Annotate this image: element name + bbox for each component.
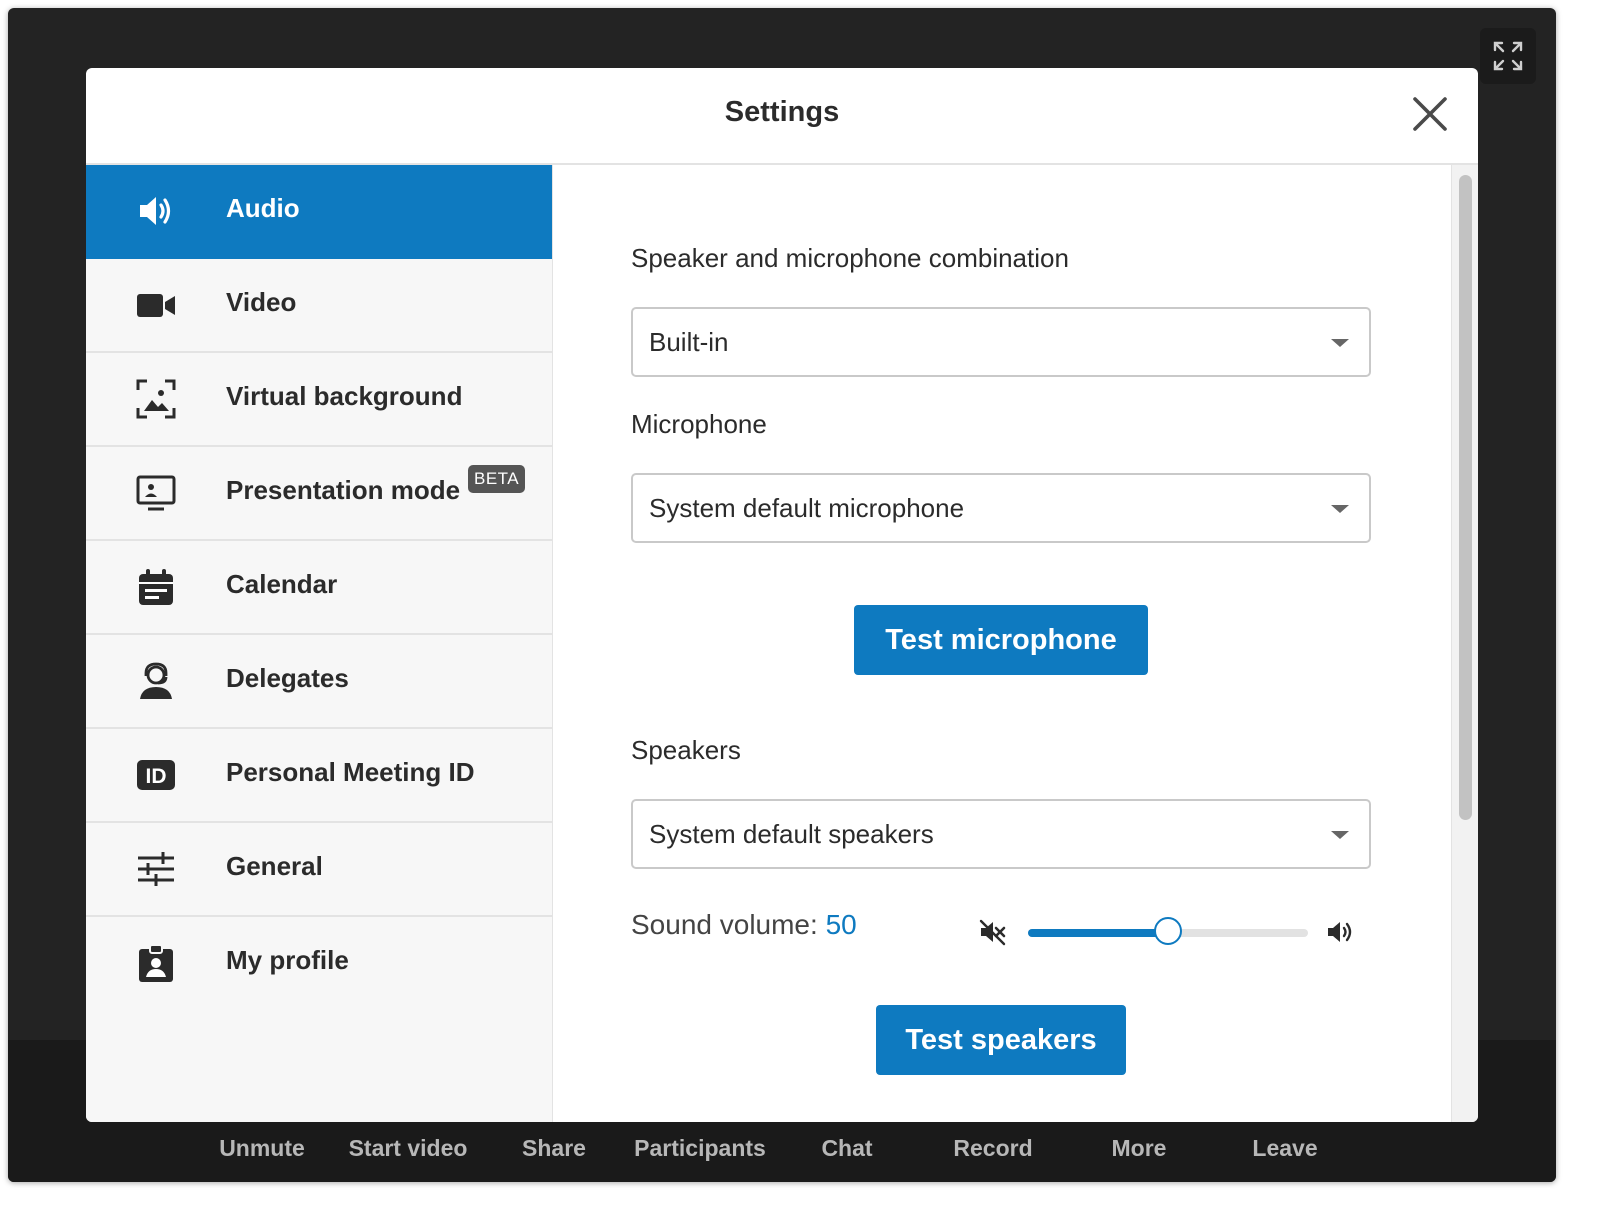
- sliders-icon: [136, 849, 176, 889]
- dialog-header: Settings: [86, 68, 1478, 165]
- chevron-down-icon: [1331, 505, 1349, 513]
- audio-settings-panel: Speaker and microphone combination Built…: [553, 165, 1478, 1122]
- toolbar-share-button[interactable]: Share: [522, 1130, 586, 1166]
- mute-icon[interactable]: [978, 917, 1008, 947]
- sidebar-item-personal-meeting-id[interactable]: ID Personal Meeting ID: [86, 729, 552, 823]
- volume-max-icon[interactable]: [1325, 917, 1355, 947]
- microphone-label: Microphone: [631, 409, 767, 439]
- video-camera-icon: [136, 285, 176, 325]
- expand-icon: [1493, 41, 1523, 71]
- settings-dialog: Settings Audio Video Virtual background …: [86, 68, 1478, 1122]
- combination-label: Speaker and microphone combination: [631, 243, 1069, 273]
- content-scrollbar[interactable]: [1451, 165, 1478, 1122]
- sidebar-item-label: Presentation mode: [226, 475, 461, 505]
- sidebar-item-label: My profile: [226, 945, 349, 975]
- speakers-label: Speakers: [631, 735, 741, 765]
- combination-select[interactable]: Built-in: [631, 307, 1371, 377]
- chevron-down-icon: [1331, 831, 1349, 839]
- sidebar-item-presentation-mode[interactable]: Presentation mode BETA: [86, 447, 552, 541]
- sidebar-item-label: Virtual background: [226, 381, 463, 411]
- toolbar-start-video-button[interactable]: Start video: [349, 1130, 468, 1166]
- speakers-value: System default speakers: [649, 819, 934, 849]
- toolbar-chat-button[interactable]: Chat: [821, 1130, 872, 1166]
- microphone-value: System default microphone: [649, 493, 965, 523]
- sound-volume-readout: Sound volume: 50: [631, 909, 857, 941]
- calendar-icon: [136, 567, 176, 607]
- virtual-background-icon: [136, 379, 176, 419]
- toolbar-participants-button[interactable]: Participants: [634, 1130, 766, 1166]
- combination-value: Built-in: [649, 327, 729, 357]
- svg-text:ID: ID: [146, 765, 167, 788]
- sidebar-item-label: Audio: [226, 193, 300, 223]
- chevron-down-icon: [1331, 339, 1349, 347]
- volume-slider-fill: [1028, 929, 1168, 937]
- id-icon: ID: [136, 755, 176, 795]
- scrollbar-thumb[interactable]: [1459, 175, 1472, 820]
- beta-badge: BETA: [468, 465, 526, 493]
- sidebar-item-label: Personal Meeting ID: [226, 757, 475, 787]
- sidebar-item-label: General: [226, 851, 323, 881]
- sidebar-item-label: Delegates: [226, 663, 349, 693]
- sidebar-item-general[interactable]: General: [86, 823, 552, 917]
- sound-volume-label: Sound volume:: [631, 909, 818, 940]
- microphone-select[interactable]: System default microphone: [631, 473, 1371, 543]
- sidebar-item-calendar[interactable]: Calendar: [86, 541, 552, 635]
- sidebar-item-label: Video: [226, 287, 297, 317]
- close-icon: [1413, 97, 1447, 131]
- test-speakers-button[interactable]: Test speakers: [876, 1005, 1126, 1075]
- test-microphone-button[interactable]: Test microphone: [854, 605, 1148, 675]
- fullscreen-button[interactable]: [1480, 28, 1536, 84]
- sidebar-item-video[interactable]: Video: [86, 259, 552, 353]
- meeting-window: Unmute Start video Share Participants Ch…: [8, 8, 1556, 1182]
- sidebar-item-audio[interactable]: Audio: [86, 165, 552, 259]
- volume-slider[interactable]: [1028, 917, 1308, 945]
- dialog-title: Settings: [724, 96, 840, 128]
- headset-person-icon: [136, 661, 176, 701]
- volume-slider-thumb[interactable]: [1154, 917, 1182, 945]
- toolbar-record-button[interactable]: Record: [953, 1130, 1032, 1166]
- id-badge-icon: [136, 943, 176, 983]
- sound-volume-value: 50: [825, 909, 857, 940]
- toolbar-more-button[interactable]: More: [1112, 1130, 1167, 1166]
- toolbar-unmute-button[interactable]: Unmute: [219, 1130, 305, 1166]
- speaker-icon: [136, 191, 176, 231]
- sidebar-item-virtual-background[interactable]: Virtual background: [86, 353, 552, 447]
- speakers-select[interactable]: System default speakers: [631, 799, 1371, 869]
- close-button[interactable]: [1410, 94, 1450, 134]
- sidebar-item-label: Calendar: [226, 569, 338, 599]
- monitor-person-icon: [136, 473, 176, 513]
- sidebar-item-my-profile[interactable]: My profile: [86, 917, 552, 1009]
- settings-sidebar: Audio Video Virtual background Presentat…: [86, 165, 553, 1122]
- sidebar-item-delegates[interactable]: Delegates: [86, 635, 552, 729]
- toolbar-leave-button[interactable]: Leave: [1252, 1130, 1317, 1166]
